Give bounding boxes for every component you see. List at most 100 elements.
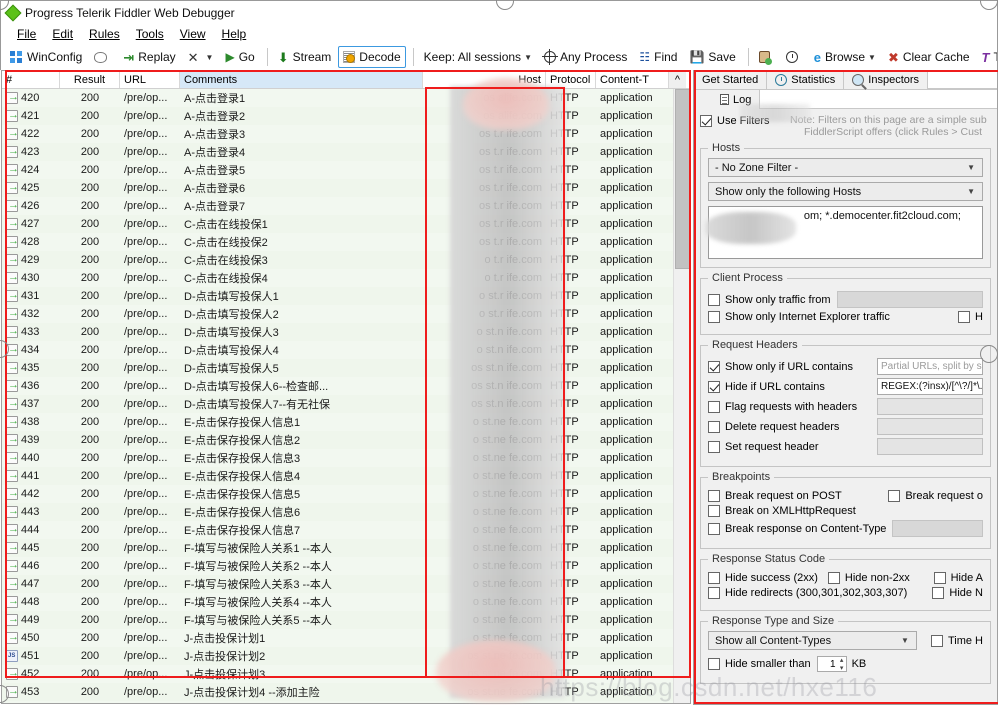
show-only-traffic-from-checkbox[interactable] bbox=[708, 293, 720, 306]
menu-item-tools[interactable]: Tools bbox=[128, 26, 172, 42]
menu-item-rules[interactable]: Rules bbox=[81, 26, 128, 42]
menu-item-view[interactable]: View bbox=[172, 26, 214, 42]
replay-button[interactable]: ⇥ Replay bbox=[118, 46, 180, 68]
table-row[interactable]: 428 200/pre/op... C-点击在线投保2 os t.r ife.com H… bbox=[2, 233, 690, 251]
session-list-scrollbar[interactable] bbox=[673, 89, 690, 703]
keep-sessions-button[interactable]: Keep: All sessions ▼ bbox=[419, 46, 537, 68]
table-row[interactable]: 429 200/pre/op... C-点击在线投保3 o t.r ife.com HT… bbox=[2, 251, 690, 269]
host-mode-select[interactable]: Show only the following Hosts ▼ bbox=[708, 182, 983, 201]
table-row[interactable]: 432 200/pre/op... D-点击填写投保人2 o st.r ife.com… bbox=[2, 305, 690, 323]
clear-cache-button[interactable]: ✖ Clear Cache bbox=[883, 46, 975, 68]
scrollbar-thumb[interactable] bbox=[675, 89, 690, 269]
any-process-button[interactable]: Any Process bbox=[539, 46, 632, 68]
menu-item-file[interactable]: File bbox=[9, 26, 44, 42]
table-row[interactable]: 449 200/pre/op... F-填写与被保险人关系5 --本人 o st.ne… bbox=[2, 611, 690, 629]
table-row[interactable]: 451 200/pre/op... J-点击投保计划2 os st.ne fe.com… bbox=[2, 647, 690, 665]
menu-item-help[interactable]: Help bbox=[214, 26, 255, 42]
hide-success-2xx-checkbox[interactable] bbox=[708, 572, 720, 584]
delete-request-headers-input[interactable] bbox=[877, 418, 983, 435]
hide-non-2xx-checkbox[interactable] bbox=[827, 572, 840, 584]
tab-inspectors[interactable]: Inspectors bbox=[844, 71, 929, 89]
column-header-comments[interactable]: Comments bbox=[180, 71, 423, 88]
table-row[interactable]: 433 200/pre/op... D-点击填写投保人3 o st.n ife.com… bbox=[2, 323, 690, 341]
zone-filter-select[interactable]: - No Zone Filter - ▼ bbox=[708, 158, 983, 177]
table-row[interactable]: 434 200/pre/op... D-点击填写投保人4 o st.n ife.com… bbox=[2, 341, 690, 359]
table-row[interactable]: 437 200/pre/op... D-点击填写投保人7--有无社保 os st.n … bbox=[2, 395, 690, 413]
table-row[interactable]: 453 200/pre/op... J-点击投保计划4 --添加主险 os st.ne… bbox=[2, 683, 690, 701]
use-filters-checkbox[interactable] bbox=[700, 115, 712, 127]
table-row[interactable]: 454200/pre/op...J-点击投保计划5 --添加主险os st.ne… bbox=[2, 701, 690, 703]
column-header-host[interactable]: Host bbox=[423, 71, 546, 88]
hide-n-cut-checkbox[interactable] bbox=[932, 587, 945, 599]
table-row[interactable]: 443 200/pre/op... E-点击保存投保人信息6 o st.ne fe.c… bbox=[2, 503, 690, 521]
go-button[interactable]: ▶ Go bbox=[220, 46, 259, 68]
table-row[interactable]: 421 200/pre/op... A-点击登录2 os alife.com HTTP a… bbox=[2, 107, 690, 125]
save-button[interactable]: 💾 Save bbox=[684, 46, 740, 68]
delete-request-headers-checkbox[interactable] bbox=[708, 420, 720, 433]
table-row[interactable]: 439 200/pre/op... E-点击保存投保人信息2 o st.ne fe.c… bbox=[2, 431, 690, 449]
table-row[interactable]: 446 200/pre/op... F-填写与被保险人关系2 --本人 o st.ne… bbox=[2, 557, 690, 575]
host-list-textarea[interactable]: *.xxxxxxxxxxxxxxxom; *.democenter.fit2cl… bbox=[708, 206, 983, 259]
flag-requests-with-headers-checkbox[interactable] bbox=[708, 400, 720, 413]
table-row[interactable]: 424 200/pre/op... A-点击登录5 os t.r ife.com HTT… bbox=[2, 161, 690, 179]
column-header-protocol[interactable]: Protocol bbox=[546, 71, 596, 88]
tab-log[interactable]: Log bbox=[694, 90, 761, 109]
tab-get-started[interactable]: Get Started bbox=[694, 71, 768, 89]
table-row[interactable]: 431 200/pre/op... D-点击填写投保人1 o st.r ife.com… bbox=[2, 287, 690, 305]
flag-requests-with-headers-input[interactable] bbox=[877, 398, 983, 415]
table-row[interactable]: 441 200/pre/op... E-点击保存投保人信息4 o st.ne fe.c… bbox=[2, 467, 690, 485]
comment-button[interactable] bbox=[89, 46, 116, 68]
break-response-content-type-input[interactable] bbox=[892, 520, 983, 537]
table-row[interactable]: 426 200/pre/op... A-点击登录7 os t.r ife.com HTT… bbox=[2, 197, 690, 215]
hide-if-url-contains-input[interactable]: REGEX:(?insx)/[^\?/]*\.(css| bbox=[877, 378, 983, 395]
table-row[interactable]: 440 200/pre/op... E-点击保存投保人信息3 o st.ne fe.c… bbox=[2, 449, 690, 467]
hide-if-url-contains-checkbox[interactable] bbox=[708, 380, 720, 393]
remove-button[interactable]: ✕ ▼ bbox=[183, 46, 219, 68]
column-header-result[interactable]: Result bbox=[60, 71, 120, 88]
column-header-content-type[interactable]: Content-T bbox=[596, 71, 669, 88]
hide-smaller-than-stepper[interactable]: 1 bbox=[816, 656, 847, 672]
client-process-input[interactable] bbox=[836, 291, 983, 308]
break-on-xmlhttprequest-checkbox[interactable] bbox=[708, 505, 720, 517]
table-row[interactable]: 430 200/pre/op... C-点击在线投保4 o t.r ife.com HT… bbox=[2, 269, 690, 287]
table-row[interactable]: 422 200/pre/op... A-点击登录3 os t.r ife.com HTT… bbox=[2, 125, 690, 143]
clipboard-button[interactable] bbox=[754, 46, 779, 68]
time-heatmap-checkbox[interactable] bbox=[930, 634, 943, 647]
table-row[interactable]: 438 200/pre/op... E-点击保存投保人信息1 o st.ne fe.c… bbox=[2, 413, 690, 431]
table-row[interactable]: 427 200/pre/op... C-点击在线投保1 os t.r ife.com H… bbox=[2, 215, 690, 233]
table-row[interactable]: 447 200/pre/op... F-填写与被保险人关系3 --本人 o st.ne… bbox=[2, 575, 690, 593]
break-request-on-get-checkbox[interactable] bbox=[888, 490, 901, 502]
timer-button[interactable] bbox=[781, 46, 807, 68]
hide-smaller-than-checkbox[interactable] bbox=[708, 658, 720, 670]
show-only-ie-traffic-checkbox[interactable] bbox=[708, 311, 720, 323]
column-sort-arrow-icon[interactable]: ^ bbox=[669, 71, 686, 88]
table-row[interactable]: 442 200/pre/op... E-点击保存投保人信息5 o st.ne fe.c… bbox=[2, 485, 690, 503]
break-response-on-content-type-checkbox[interactable] bbox=[708, 522, 720, 535]
decode-button[interactable]: Decode bbox=[338, 46, 406, 68]
hide-cut-checkbox[interactable] bbox=[958, 311, 971, 323]
table-row[interactable]: 450 200/pre/op... J-点击投保计划1 o st.ne fe.com H… bbox=[2, 629, 690, 647]
set-request-header-checkbox[interactable] bbox=[708, 440, 720, 453]
hide-a-cut-checkbox[interactable] bbox=[933, 572, 946, 584]
menu-item-edit[interactable]: Edit bbox=[44, 26, 81, 42]
column-header-number[interactable]: # bbox=[2, 71, 60, 88]
table-row[interactable]: 425 200/pre/op... A-点击登录6 os t.r ife.com HTT… bbox=[2, 179, 690, 197]
stream-button[interactable]: ⬇ Stream bbox=[273, 46, 337, 68]
session-grid-body[interactable]: 420 200/pre/op... A-点击登录1 os alife.com HTTP a… bbox=[2, 89, 690, 703]
break-request-on-post-checkbox[interactable] bbox=[708, 490, 720, 502]
find-button[interactable]: ☷ Find bbox=[634, 46, 682, 68]
tab-statistics[interactable]: Statistics bbox=[767, 71, 845, 89]
hide-redirects-checkbox[interactable] bbox=[708, 587, 720, 599]
table-row[interactable]: 423 200/pre/op... A-点击登录4 os t.r ife.com HTT… bbox=[2, 143, 690, 161]
table-row[interactable]: 444 200/pre/op... E-点击保存投保人信息7 o st.ne fe.c… bbox=[2, 521, 690, 539]
table-row[interactable]: 420 200/pre/op... A-点击登录1 os alife.com HTTP a… bbox=[2, 89, 690, 107]
table-row[interactable]: 452 200/pre/op... J-点击投保计划3 os st.ne fe.com… bbox=[2, 665, 690, 683]
table-row[interactable]: 445 200/pre/op... F-填写与被保险人关系1 --本人 o st.ne… bbox=[2, 539, 690, 557]
table-row[interactable]: 435 200/pre/op... D-点击填写投保人5 os st.n ife.co… bbox=[2, 359, 690, 377]
textwizard-button[interactable]: T TextWi bbox=[977, 46, 997, 68]
content-types-select[interactable]: Show all Content-Types ▼ bbox=[708, 631, 917, 650]
table-row[interactable]: 448 200/pre/op... F-填写与被保险人关系4 --本人 o st.ne… bbox=[2, 593, 690, 611]
winconfig-button[interactable]: WinConfig bbox=[5, 46, 87, 68]
table-row[interactable]: 436 200/pre/op... D-点击填写投保人6--检查邮... os st.… bbox=[2, 377, 690, 395]
show-only-if-url-contains-checkbox[interactable] bbox=[708, 360, 720, 373]
